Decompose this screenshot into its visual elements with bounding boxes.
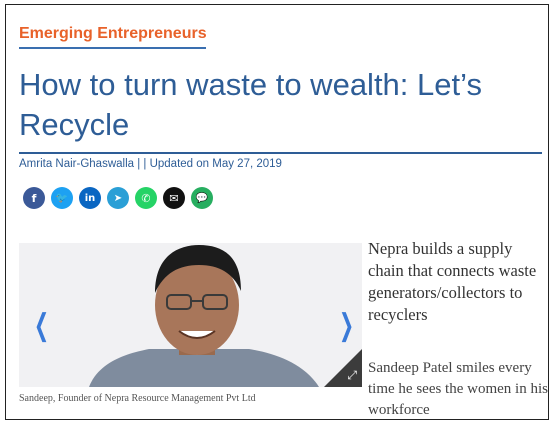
- photo-caption: Sandeep, Founder of Nepra Resource Manag…: [19, 393, 256, 404]
- title-divider: [19, 152, 542, 154]
- comment-icon[interactable]: 💬: [191, 187, 213, 209]
- section-label[interactable]: Emerging Entrepreneurs: [19, 25, 207, 43]
- article-frame: Emerging Entrepreneurs How to turn waste…: [5, 4, 549, 420]
- photo-slider[interactable]: ❮ ❯ ⤢: [19, 243, 362, 387]
- whatsapp-icon[interactable]: ✆: [135, 187, 157, 209]
- slider-prev-icon[interactable]: ❮: [34, 311, 49, 341]
- twitter-icon[interactable]: 🐦: [51, 187, 73, 209]
- slider-next-icon[interactable]: ❯: [339, 311, 354, 341]
- article-body: Sandeep Patel smiles every time he sees …: [368, 360, 548, 418]
- byline: Amrita Nair-Ghaswalla | | Updated on May…: [19, 158, 282, 170]
- article-title: How to turn waste to wealth: Let’s Recyc…: [19, 67, 482, 142]
- telegram-icon[interactable]: ➤: [107, 187, 129, 209]
- section-underline: [19, 47, 206, 49]
- facebook-icon[interactable]: f: [23, 187, 45, 209]
- portrait-image: [19, 243, 362, 387]
- linkedin-icon[interactable]: in: [79, 187, 101, 209]
- email-icon[interactable]: ✉: [163, 187, 185, 209]
- article-summary: Nepra builds a supply chain that connect…: [368, 239, 537, 324]
- expand-icon[interactable]: ⤢: [347, 368, 357, 383]
- share-bar: f 🐦 in ➤ ✆ ✉ 💬: [23, 187, 213, 209]
